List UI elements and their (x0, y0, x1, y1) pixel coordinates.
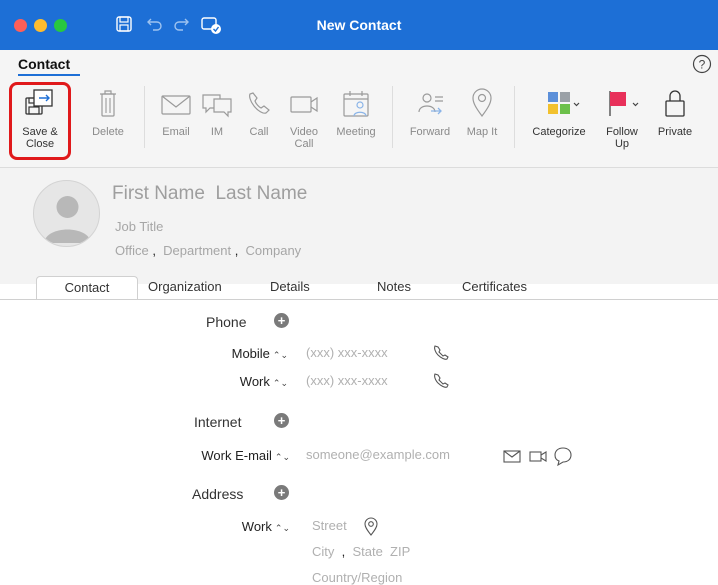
department-field[interactable]: Department (163, 243, 231, 258)
contact-name: First Name Last Name (112, 183, 307, 205)
help-icon[interactable]: ? (692, 54, 712, 74)
tab-notes[interactable]: Notes (377, 276, 411, 300)
flag-icon (609, 91, 639, 116)
city-input[interactable]: City (312, 544, 334, 559)
forward-label: Forward (409, 126, 451, 138)
phone-icon[interactable] (432, 344, 450, 362)
internet-section-label: Internet (194, 414, 242, 430)
call-label: Call (249, 126, 269, 138)
ribbon-tab-contact[interactable]: Contact (18, 56, 70, 72)
work-phone-input[interactable]: (xxx) xxx-xxxx (306, 373, 388, 388)
updown-chevron-icon: ⌃⌄ (274, 452, 290, 462)
phone-section-label: Phone (206, 314, 247, 330)
chat-icon[interactable] (552, 445, 574, 467)
email-type-label: Work E-mail (201, 448, 272, 463)
chat-icon (202, 94, 232, 118)
work-email-input[interactable]: someone@example.com (306, 447, 450, 462)
address-type-select[interactable]: Work ⌃⌄ (190, 519, 290, 534)
save-close-highlight (9, 82, 71, 160)
meeting-button[interactable]: Meeting (328, 86, 384, 138)
tab-details[interactable]: Details (270, 276, 310, 300)
address-type-label: Work (241, 519, 272, 534)
email-label: Email (162, 126, 190, 138)
updown-chevron-icon: ⌃⌄ (272, 350, 288, 360)
mobile-type-select[interactable]: Mobile ⌃⌄ (190, 346, 288, 361)
title-bar: New Contact (0, 0, 718, 50)
state-input[interactable]: State (352, 544, 382, 559)
forward-contact-icon (418, 93, 443, 115)
map-pin-icon (472, 88, 492, 118)
delete-label: Delete (92, 126, 124, 138)
add-phone-button[interactable]: + (274, 313, 289, 328)
city-state-zip: City , State ZIP (312, 544, 411, 559)
video-camera-icon (290, 96, 318, 113)
trash-icon (100, 90, 116, 117)
ribbon-separator (514, 86, 515, 148)
delete-button[interactable]: Delete (88, 86, 128, 138)
svg-text:?: ? (699, 58, 706, 72)
video-call-label: Video Call (290, 126, 318, 150)
phone-icon[interactable] (432, 372, 450, 390)
email-button[interactable]: Email (157, 86, 195, 138)
forward-button[interactable]: Forward (404, 86, 456, 138)
email-type-select[interactable]: Work E-mail ⌃⌄ (180, 448, 290, 463)
envelope-icon[interactable] (502, 448, 522, 464)
map-it-label: Map It (466, 126, 498, 138)
add-address-button[interactable]: + (274, 485, 289, 500)
private-button[interactable]: Private (652, 86, 698, 138)
work-phone-type-label: Work (239, 374, 270, 389)
follow-up-button[interactable]: Follow Up (601, 86, 643, 150)
office-field[interactable]: Office (115, 243, 149, 258)
private-label: Private (657, 126, 693, 138)
add-internet-button[interactable]: + (274, 413, 289, 428)
street-input[interactable]: Street (312, 518, 347, 533)
tab-certificates[interactable]: Certificates (462, 276, 527, 300)
ribbon-tab-bar: Contact ? (0, 50, 718, 76)
person-placeholder-icon (44, 196, 91, 243)
tab-organization[interactable]: Organization (148, 276, 222, 300)
last-name-field[interactable]: Last Name (215, 183, 307, 204)
call-button[interactable]: Call (244, 86, 274, 138)
map-it-button[interactable]: Map It (460, 86, 504, 138)
address-section-label: Address (192, 486, 244, 502)
updown-chevron-icon: ⌃⌄ (274, 523, 290, 533)
lock-icon (665, 90, 685, 117)
zip-input[interactable]: ZIP (390, 544, 410, 559)
mobile-type-label: Mobile (231, 346, 270, 361)
updown-chevron-icon: ⌃⌄ (272, 378, 288, 388)
company-field[interactable]: Company (246, 243, 302, 258)
ribbon-separator (144, 86, 145, 148)
categorize-label: Categorize (532, 126, 586, 138)
office-department-company: Office , Department , Company (115, 243, 302, 258)
map-pin-icon[interactable] (362, 515, 380, 537)
video-camera-icon[interactable] (528, 448, 548, 464)
contact-form: Phone + Mobile ⌃⌄ (xxx) xxx-xxxx Work ⌃⌄ (… (0, 299, 718, 585)
job-title-field[interactable]: Job Title (115, 219, 163, 234)
window-title: New Contact (316, 17, 402, 33)
mobile-phone-input[interactable]: (xxx) xxx-xxxx (306, 345, 388, 360)
categorize-icon (548, 92, 580, 114)
categorize-button[interactable]: Categorize (524, 86, 594, 138)
meeting-label: Meeting (336, 126, 376, 138)
first-name-field[interactable]: First Name (112, 183, 205, 204)
tab-contact[interactable]: Contact (36, 276, 138, 300)
calendar-person-icon (343, 91, 369, 117)
envelope-icon (161, 95, 191, 115)
work-phone-type-select[interactable]: Work ⌃⌄ (190, 374, 288, 389)
country-region-input[interactable]: Country/Region (312, 570, 402, 585)
phone-icon (249, 92, 270, 114)
im-button[interactable]: IM (200, 86, 234, 138)
video-call-button[interactable]: Video Call (284, 86, 324, 150)
ribbon-separator (392, 86, 393, 148)
avatar[interactable] (33, 180, 100, 247)
im-label: IM (210, 126, 224, 138)
ribbon-toolbar: Save & Close Delete Email IM Call Video … (0, 76, 718, 168)
contact-header (0, 168, 718, 284)
follow-up-label: Follow Up (606, 126, 638, 150)
